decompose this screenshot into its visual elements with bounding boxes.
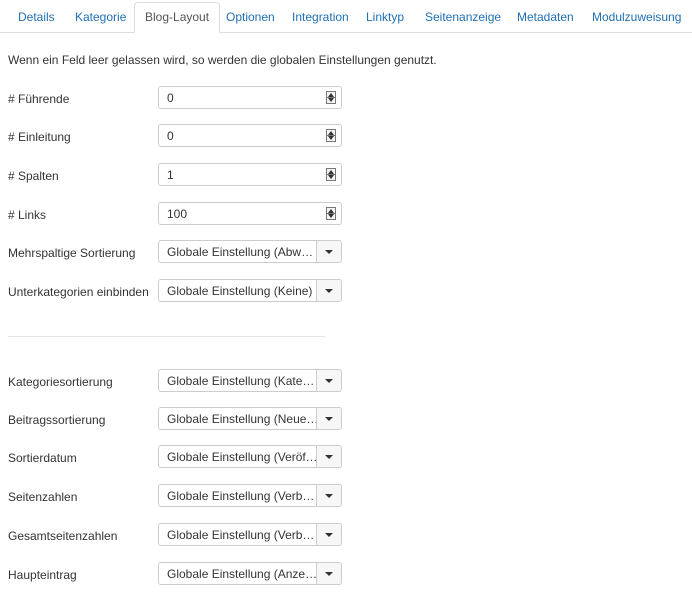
dropdown-button[interactable] [316,485,341,506]
field-label-haupteintrag: Haupteintrag [8,568,77,582]
tab-linktyp[interactable]: Linktyp [366,2,404,32]
field-label-fuehrende: # Führende [8,92,70,106]
dropdown-button[interactable] [316,446,341,467]
gesamtseitenzahlen-select[interactable]: Globale Einstellung (Verbergen) [158,523,342,546]
fuehrende-value: 0 [167,91,174,105]
tab-bar: Details Kategorie Blog-Layout Optionen I… [0,0,692,33]
select-value: Globale Einstellung (Abwärts) [167,245,319,259]
caret-down-icon [325,494,333,498]
field-label-spalten: # Spalten [8,169,59,183]
beitragssortierung-select[interactable]: Globale Einstellung (Neueste... [158,407,342,430]
caret-down-icon [325,289,333,293]
select-value: Globale Einstellung (Verbergen) [167,489,319,503]
caret-down-icon [325,572,333,576]
select-value: Globale Einstellung (Kategori... [167,374,319,388]
caret-down-icon [325,250,333,254]
tab-blog-layout[interactable]: Blog-Layout [134,2,221,33]
spinner-icon[interactable] [326,129,336,142]
sortierdatum-select[interactable]: Globale Einstellung (Veröffent... [158,445,342,468]
spinner-icon[interactable] [326,207,336,220]
dropdown-button[interactable] [316,370,341,391]
tab-optionen[interactable]: Optionen [226,2,275,32]
field-label-gesamtseitenzahlen: Gesamtseitenzahlen [8,529,118,543]
caret-down-icon [325,455,333,459]
tab-modulzuweisung[interactable]: Modulzuweisung [592,2,681,32]
caret-down-icon [325,379,333,383]
caret-down-icon [325,417,333,421]
field-label-sortierdatum: Sortierdatum [8,451,77,465]
field-label-mehrspaltige-sortierung: Mehrspaltige Sortierung [8,246,136,260]
einleitung-value: 0 [167,129,174,143]
haupteintrag-select[interactable]: Globale Einstellung (Anzeigen) [158,562,342,585]
field-label-beitragssortierung: Beitragssortierung [8,413,106,427]
field-label-unterkategorien: Unterkategorien einbinden [8,285,149,299]
dropdown-button[interactable] [316,524,341,545]
mehrspaltige-sortierung-select[interactable]: Globale Einstellung (Abwärts) [158,240,342,263]
dropdown-button[interactable] [316,280,341,301]
spalten-input[interactable]: 1 [158,163,342,186]
section-divider [8,336,325,337]
fuehrende-input[interactable]: 0 [158,86,342,109]
links-input[interactable]: 100 [158,202,342,225]
tab-details[interactable]: Details [18,2,55,32]
einleitung-input[interactable]: 0 [158,124,342,147]
select-value: Globale Einstellung (Neueste... [167,412,319,426]
tab-seitenanzeige[interactable]: Seitenanzeige [425,2,501,32]
spinner-icon[interactable] [326,168,336,181]
tab-kategorie[interactable]: Kategorie [75,2,126,32]
tab-metadaten[interactable]: Metadaten [517,2,574,32]
field-label-links: # Links [8,208,47,222]
field-label-kategoriesortierung: Kategoriesortierung [8,375,113,389]
dropdown-button[interactable] [316,408,341,429]
links-value: 100 [167,207,188,221]
kategoriesortierung-select[interactable]: Globale Einstellung (Kategori... [158,369,342,392]
spalten-value: 1 [167,168,174,182]
field-label-seitenzahlen: Seitenzahlen [8,490,78,504]
caret-down-icon [325,533,333,537]
select-value: Globale Einstellung (Veröffent... [167,450,319,464]
field-label-einleitung: # Einleitung [8,130,71,144]
seitenzahlen-select[interactable]: Globale Einstellung (Verbergen) [158,484,342,507]
spinner-icon[interactable] [326,91,336,104]
dropdown-button[interactable] [316,241,341,262]
select-value: Globale Einstellung (Verbergen) [167,528,319,542]
tab-integration[interactable]: Integration [292,2,349,32]
select-value: Globale Einstellung (Anzeigen) [167,567,319,581]
dropdown-button[interactable] [316,563,341,584]
select-value: Globale Einstellung (Keine) [167,284,313,298]
unterkategorien-select[interactable]: Globale Einstellung (Keine) [158,279,342,302]
info-text: Wenn ein Feld leer gelassen wird, so wer… [8,53,437,67]
